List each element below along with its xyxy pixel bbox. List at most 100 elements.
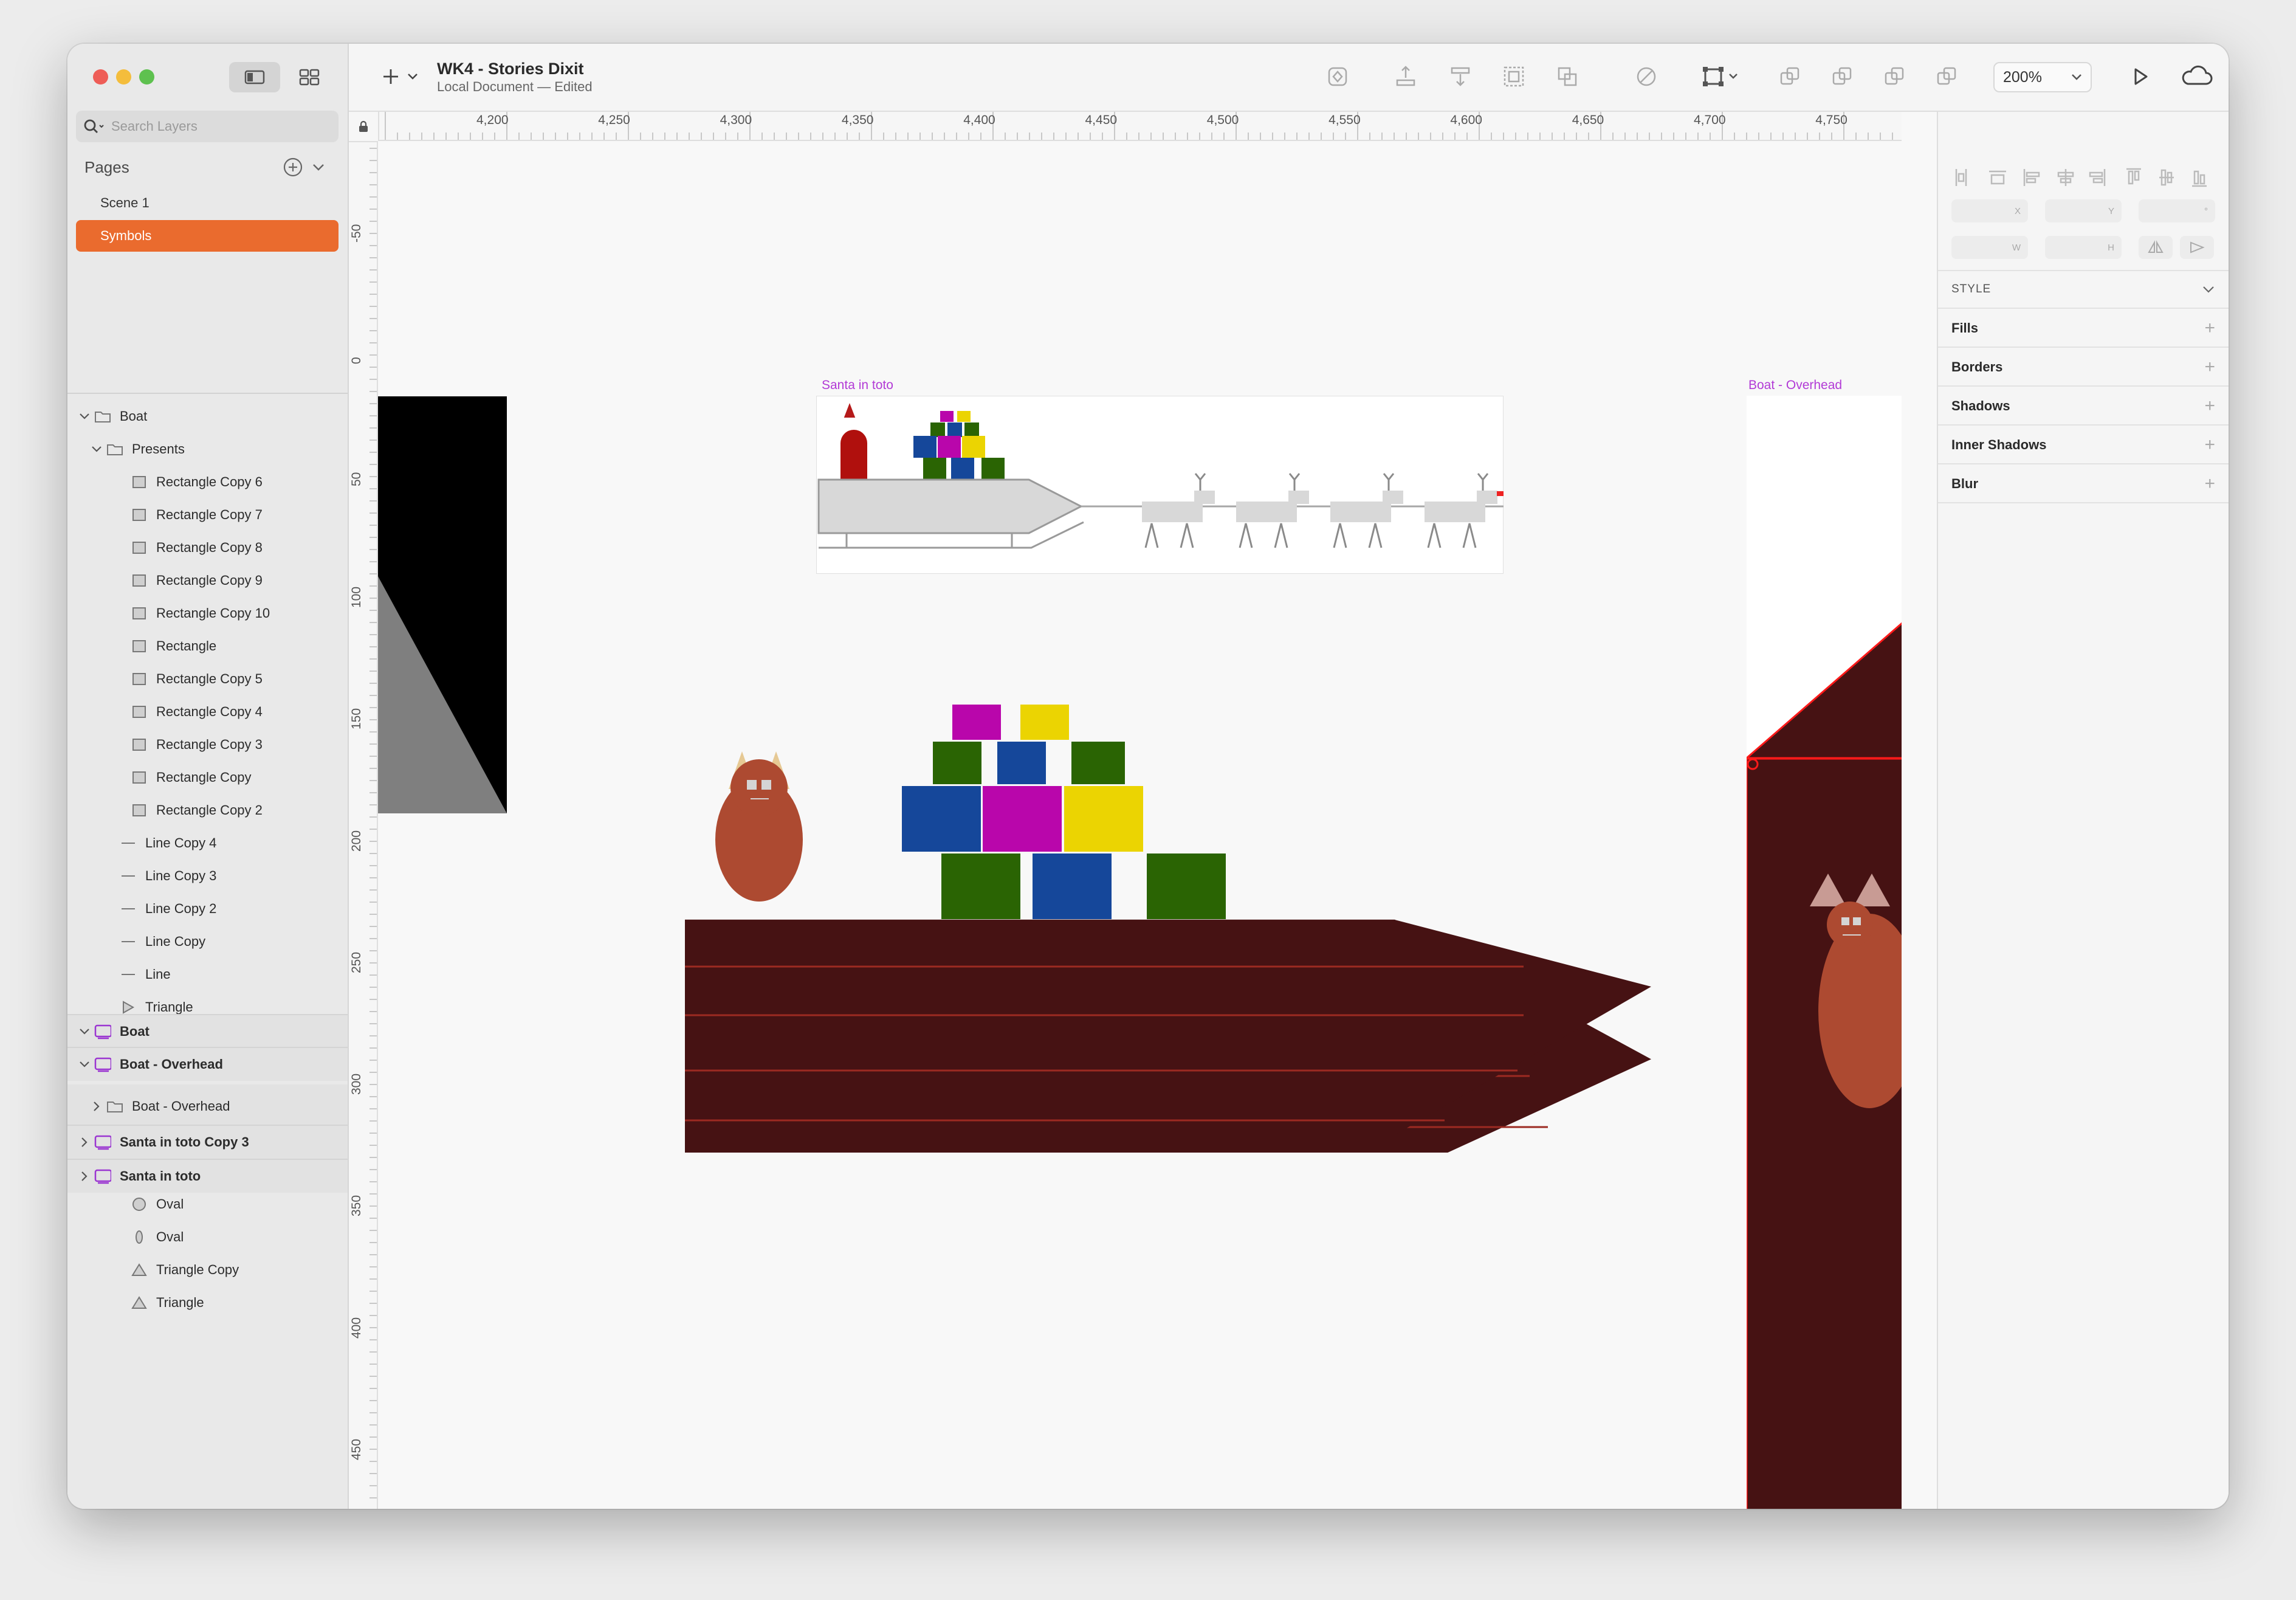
close-window-button[interactable] xyxy=(93,69,108,84)
style-section-inner-shadows[interactable]: Inner Shadows + xyxy=(1938,427,2229,464)
layer-row[interactable]: Presents xyxy=(67,433,348,466)
chevron-down-icon[interactable] xyxy=(78,410,91,422)
layer-row[interactable]: Line Copy 3 xyxy=(67,860,348,892)
flip-vertical-button[interactable] xyxy=(2180,236,2214,259)
minimize-window-button[interactable] xyxy=(116,69,131,84)
chevron-down-icon[interactable] xyxy=(78,1058,91,1071)
layer-row[interactable]: Line Copy xyxy=(67,925,348,958)
layer-row[interactable]: Oval xyxy=(67,1221,348,1253)
style-section-blur[interactable]: Blur + xyxy=(1938,466,2229,503)
inspector-panel: X Y ° W H STYLE Fills + Borders + Shadows + In… xyxy=(1937,112,2229,1509)
layer-row[interactable]: Rectangle xyxy=(67,630,348,663)
chevron-right-icon[interactable] xyxy=(78,1170,91,1182)
ruler-corner[interactable] xyxy=(349,112,379,142)
style-section-shadows[interactable]: Shadows + xyxy=(1938,388,2229,426)
x-field[interactable]: X xyxy=(1951,199,2028,222)
style-header[interactable]: STYLE xyxy=(1938,271,2229,309)
rectangle-icon xyxy=(131,802,148,818)
maximize-window-button[interactable] xyxy=(139,69,154,84)
layer-row[interactable]: Line Copy 4 xyxy=(67,827,348,860)
boat-overhead-artboard[interactable] xyxy=(1747,396,1902,1509)
page-scene-1[interactable]: Scene 1 xyxy=(76,187,339,219)
folder-icon xyxy=(94,409,111,424)
page-symbols[interactable]: Symbols xyxy=(76,220,339,252)
cloud-button[interactable] xyxy=(2178,62,2215,91)
layer-row[interactable]: Oval xyxy=(67,1188,348,1221)
play-icon xyxy=(2134,68,2148,85)
artboard-label-boat-overhead[interactable]: Boat - Overhead xyxy=(1748,378,1842,393)
preview-button[interactable] xyxy=(2126,62,2155,91)
artboard-row[interactable]: Boat - Overhead xyxy=(67,1084,348,1128)
layer-row[interactable]: Line xyxy=(67,958,348,991)
transform-button[interactable] xyxy=(1697,62,1745,91)
layer-row[interactable]: Rectangle Copy 3 xyxy=(67,728,348,761)
add-icon[interactable]: + xyxy=(2204,357,2215,378)
canvas-view-button[interactable] xyxy=(229,62,280,92)
forward-button[interactable] xyxy=(1391,62,1420,91)
layer-row[interactable]: Rectangle Copy 10 xyxy=(67,597,348,630)
subtract-button[interactable] xyxy=(1827,62,1857,91)
artboard-row[interactable]: Boat - Overhead xyxy=(67,1047,348,1081)
backward-button[interactable] xyxy=(1446,62,1475,91)
intersect-button[interactable] xyxy=(1880,62,1909,91)
ruler-tick-label: 400 xyxy=(349,1317,363,1339)
search-input[interactable] xyxy=(110,118,319,135)
layer-label: Rectangle Copy 5 xyxy=(156,671,263,686)
artboard-label: Boat - Overhead xyxy=(132,1098,230,1114)
difference-button[interactable] xyxy=(1932,62,1961,91)
edit-button[interactable] xyxy=(1632,62,1661,91)
chevron-down-icon[interactable] xyxy=(78,1026,91,1038)
union-button[interactable] xyxy=(1775,62,1804,91)
flip-horizontal-button[interactable] xyxy=(2139,236,2173,259)
canvas[interactable]: Santa in toto Boat - Overhead xyxy=(378,141,1902,1509)
layer-row[interactable]: Line Copy 2 xyxy=(67,892,348,925)
layer-search[interactable] xyxy=(76,111,339,142)
chevron-down-icon[interactable] xyxy=(311,159,326,175)
group-button[interactable] xyxy=(1499,62,1528,91)
layer-row[interactable]: Rectangle Copy 9 xyxy=(67,564,348,597)
layer-row[interactable]: Boat xyxy=(67,400,348,433)
style-section-fills[interactable]: Fills + xyxy=(1938,310,2229,348)
artboard-row[interactable]: Santa in toto xyxy=(67,1159,348,1193)
layer-row[interactable]: Rectangle Copy xyxy=(67,761,348,794)
add-icon[interactable]: + xyxy=(2204,435,2215,455)
layer-row[interactable]: Rectangle Copy 6 xyxy=(67,466,348,498)
style-section-borders[interactable]: Borders + xyxy=(1938,349,2229,387)
rotation-field[interactable]: ° xyxy=(2139,199,2215,222)
zoom-select[interactable]: 200% xyxy=(1993,62,2092,92)
height-field[interactable]: H xyxy=(2045,236,2122,259)
grid-view-button[interactable] xyxy=(284,62,335,92)
add-icon[interactable]: + xyxy=(2204,396,2215,416)
layer-label: Rectangle xyxy=(156,638,217,653)
align-toolbar[interactable] xyxy=(1953,167,2214,188)
insert-button[interactable] xyxy=(376,62,424,91)
black-artboard-fragment[interactable] xyxy=(378,396,507,813)
layer-row[interactable]: Rectangle Copy 4 xyxy=(67,695,348,728)
artboard-row[interactable]: Santa in toto Copy 3 xyxy=(67,1125,348,1159)
chevron-right-icon[interactable] xyxy=(91,1100,103,1112)
ungroup-button[interactable] xyxy=(1553,62,1582,91)
artboard-label-santa-in-toto[interactable]: Santa in toto xyxy=(822,378,893,393)
layer-row[interactable]: Triangle xyxy=(67,1286,348,1319)
line-icon xyxy=(120,868,137,884)
add-page-icon[interactable] xyxy=(283,157,303,178)
layer-row[interactable]: Rectangle Copy 2 xyxy=(67,794,348,827)
chevron-down-icon[interactable] xyxy=(91,443,103,455)
chevron-down-icon xyxy=(2203,286,2214,293)
subtract-icon xyxy=(1832,67,1852,85)
layer-row[interactable]: Triangle Copy xyxy=(67,1253,348,1286)
artboard-row[interactable]: Boat xyxy=(67,1014,348,1048)
chevron-right-icon[interactable] xyxy=(78,1136,91,1148)
width-field[interactable]: W xyxy=(1951,236,2028,259)
layer-row[interactable]: Rectangle Copy 7 xyxy=(67,498,348,531)
create-symbol-button[interactable] xyxy=(1323,62,1352,91)
santa-in-toto-artboard[interactable] xyxy=(816,396,1504,574)
add-icon[interactable]: + xyxy=(2204,474,2215,494)
layer-row[interactable]: Rectangle Copy 8 xyxy=(67,531,348,564)
add-icon[interactable]: + xyxy=(2204,318,2215,339)
y-field[interactable]: Y xyxy=(2045,199,2122,222)
layer-row[interactable]: Rectangle Copy 5 xyxy=(67,663,348,695)
